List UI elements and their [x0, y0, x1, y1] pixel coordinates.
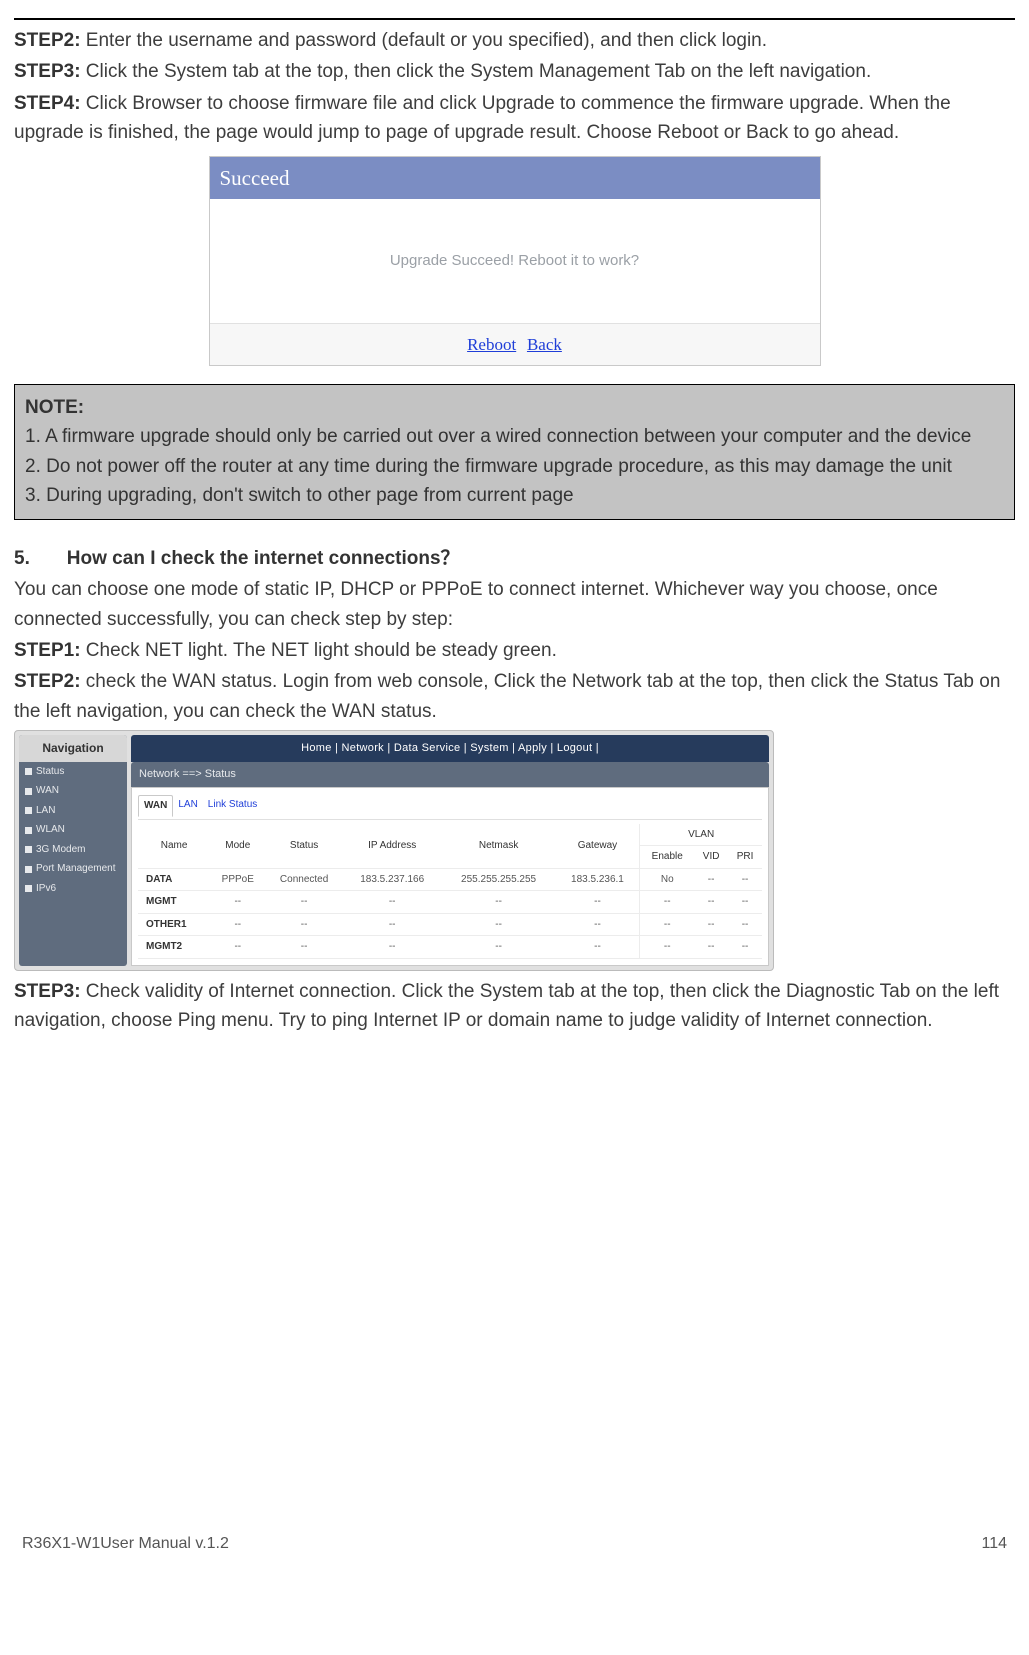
bullet-icon — [25, 807, 32, 814]
bullet-icon — [25, 768, 32, 775]
page-footer: R36X1-W1User Manual v.1.2 114 — [0, 1520, 1029, 1575]
table-row: MGMT2---------------- — [138, 936, 762, 959]
col-mask: Netmask — [442, 824, 556, 869]
reboot-link[interactable]: Reboot — [467, 335, 516, 354]
nav-item-label: LAN — [36, 803, 55, 819]
router-tabs: WANLANLink Status — [138, 794, 762, 820]
q5-step3: STEP3: Check validity of Internet connec… — [14, 977, 1015, 1036]
step3-text: Click the System tab at the top, then cl… — [81, 61, 872, 82]
table-row: OTHER1---------------- — [138, 913, 762, 936]
upgrade-succeed-screenshot: Succeed Upgrade Succeed! Reboot it to wo… — [209, 156, 821, 366]
nav-item-lan[interactable]: LAN — [19, 801, 127, 821]
step4-text: Click Browser to choose firmware file an… — [14, 93, 951, 143]
col-gw: Gateway — [556, 824, 640, 869]
q5-step2-text: check the WAN status. Login from web con… — [14, 671, 1000, 721]
nav-item-status[interactable]: Status — [19, 762, 127, 782]
q5-step2-label: STEP2: — [14, 671, 81, 692]
bullet-icon — [25, 885, 32, 892]
nav-item-label: 3G Modem — [36, 842, 85, 858]
succeed-footer: Reboot Back — [210, 323, 820, 365]
nav-item-label: WLAN — [36, 822, 65, 838]
q5-step1-label: STEP1: — [14, 640, 81, 661]
wan-table: Name Mode Status IP Address Netmask Gate… — [138, 824, 762, 959]
step2-label: STEP2: — [14, 30, 81, 51]
q5-step1: STEP1: Check NET light. The NET light sh… — [14, 636, 1015, 665]
note-item-2: 2. Do not power off the router at any ti… — [25, 452, 1004, 481]
succeed-message: Upgrade Succeed! Reboot it to work? — [210, 199, 820, 322]
bullet-icon — [25, 827, 32, 834]
nav-item-3g-modem[interactable]: 3G Modem — [19, 840, 127, 860]
table-row: MGMT---------------- — [138, 891, 762, 914]
bullet-icon — [25, 866, 32, 873]
nav-item-ipv6[interactable]: IPv6 — [19, 879, 127, 899]
col-vlan-group: VLAN — [640, 824, 762, 846]
bullet-icon — [25, 846, 32, 853]
nav-item-label: Port Management — [36, 861, 116, 877]
note-header: NOTE: — [25, 393, 1004, 422]
router-breadcrumb: Network ==> Status — [131, 762, 769, 787]
tab-link-status[interactable]: Link Status — [203, 795, 262, 815]
col-name: Name — [138, 824, 210, 869]
footer-left: R36X1-W1User Manual v.1.2 — [22, 1532, 229, 1557]
step3-label: STEP3: — [14, 61, 81, 82]
wan-status-screenshot: Navigation StatusWANLANWLAN3G ModemPort … — [14, 730, 774, 971]
q5-step3-text: Check validity of Internet connection. C… — [14, 981, 999, 1031]
nav-item-wan[interactable]: WAN — [19, 781, 127, 801]
nav-item-label: WAN — [36, 783, 59, 799]
tab-wan[interactable]: WAN — [138, 795, 173, 817]
col-status: Status — [265, 824, 342, 869]
table-row: DATAPPPoEConnected183.5.237.166255.255.2… — [138, 868, 762, 891]
step2: STEP2: Enter the username and password (… — [14, 26, 1015, 55]
col-mode: Mode — [210, 824, 265, 869]
note-item-3: 3. During upgrading, don't switch to oth… — [25, 481, 1004, 510]
q5-step1-text: Check NET light. The NET light should be… — [81, 640, 557, 661]
step2-text: Enter the username and password (default… — [81, 30, 768, 51]
router-sidebar: Navigation Status WAN LAN WLAN 3G Modem Port … — [19, 735, 127, 966]
step4-label: STEP4: — [14, 93, 81, 114]
succeed-title: Succeed — [210, 157, 820, 200]
router-topnav: Home | Network | Data Service | System |… — [131, 735, 769, 762]
q5-step2: STEP2: check the WAN status. Login from … — [14, 667, 1015, 726]
nav-item-port-management[interactable]: Port Management — [19, 859, 127, 879]
col-vlan-pri: PRI — [728, 846, 762, 869]
col-vlan-enable: Enable — [640, 846, 694, 869]
step3: STEP3: Click the System tab at the top, … — [14, 57, 1015, 86]
nav-item-wlan[interactable]: WLAN — [19, 820, 127, 840]
q5-intro: You can choose one mode of static IP, DH… — [14, 575, 1015, 634]
col-vlan-vid: VID — [694, 846, 728, 869]
col-ip: IP Address — [343, 824, 442, 869]
nav-item-label: IPv6 — [36, 881, 56, 897]
footer-page-number: 114 — [981, 1532, 1007, 1557]
step4: STEP4: Click Browser to choose firmware … — [14, 89, 1015, 148]
nav-title: Navigation — [19, 735, 127, 762]
q5-title: 5. How can I check the internet connecti… — [14, 544, 1015, 573]
back-link[interactable]: Back — [527, 335, 562, 354]
note-box: NOTE: 1. A firmware upgrade should only … — [14, 384, 1015, 520]
note-item-1: 1. A firmware upgrade should only be car… — [25, 422, 1004, 451]
bullet-icon — [25, 788, 32, 795]
tab-lan[interactable]: LAN — [173, 795, 202, 815]
nav-item-label: Status — [36, 764, 64, 780]
q5-step3-label: STEP3: — [14, 981, 81, 1002]
